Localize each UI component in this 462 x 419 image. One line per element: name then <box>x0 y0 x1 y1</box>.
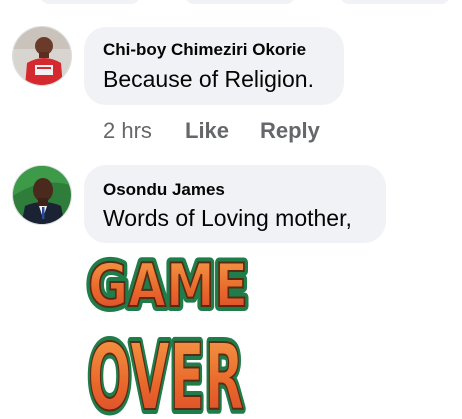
reply-button[interactable]: Reply <box>260 118 320 144</box>
avatar[interactable] <box>12 165 72 225</box>
like-button[interactable]: Like <box>185 118 229 144</box>
game-over-sticker: GAME GAME OVER OVER <box>84 244 252 416</box>
comment-author[interactable]: Chi-boy Chimeziri Okorie <box>103 40 306 60</box>
comment-text: Because of Religion. <box>103 66 314 92</box>
previous-action-pill <box>40 0 140 4</box>
comment-timestamp[interactable]: 2 hrs <box>103 118 152 144</box>
avatar[interactable] <box>12 26 72 86</box>
previous-action-pill <box>340 0 450 4</box>
sticker-line-game: GAME <box>88 251 248 321</box>
comment-author[interactable]: Osondu James <box>103 180 225 200</box>
sticker-line-over: OVER <box>88 324 244 416</box>
comment-text: Words of Loving mother, <box>103 205 352 231</box>
previous-action-pill <box>185 0 295 4</box>
